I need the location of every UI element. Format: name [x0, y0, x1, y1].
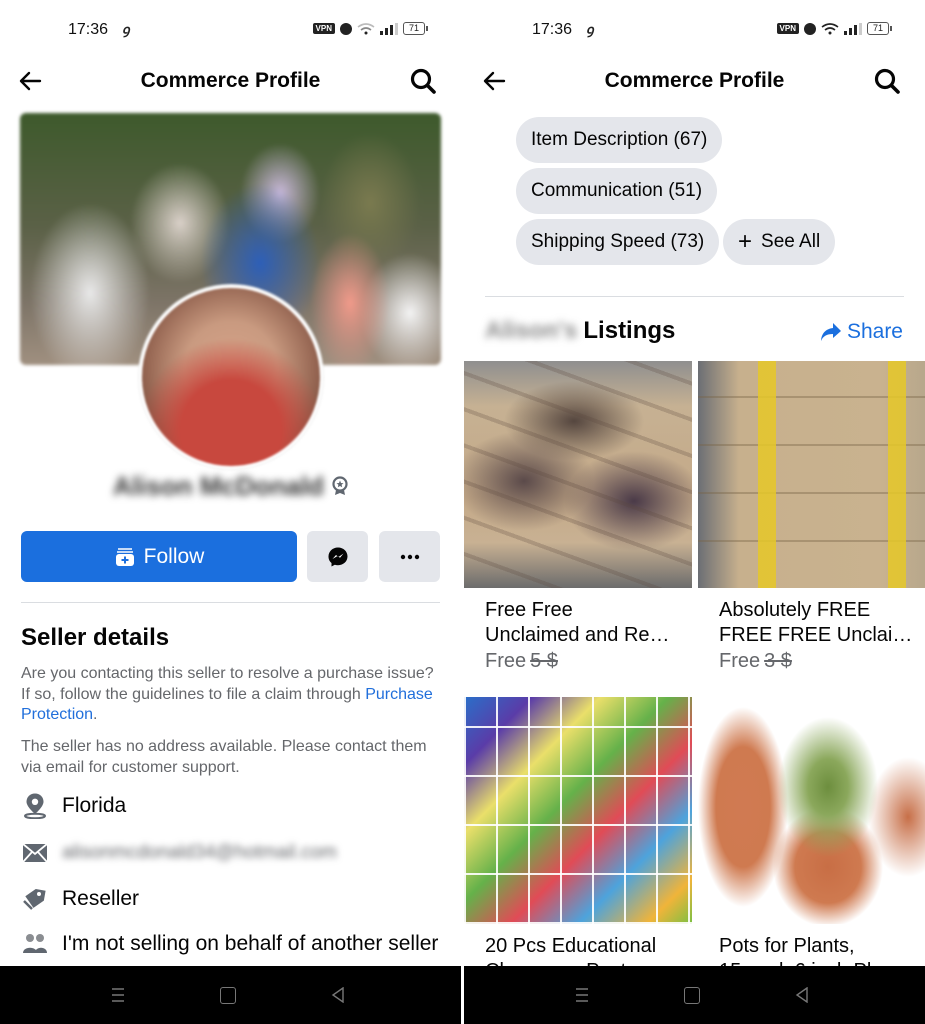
listings-owner-name: Alison's — [485, 317, 578, 344]
listing-price-current: Free — [485, 650, 527, 672]
alarm-icon — [339, 22, 352, 35]
right-screen: 17:36 ꝯ VPN 71 Commerce Profile Item Des… — [464, 0, 925, 1024]
follow-store-icon — [115, 547, 134, 566]
back-triangle-icon[interactable] — [794, 987, 810, 1003]
listing-title-line: 20 Pcs Educational — [485, 935, 657, 957]
share-button[interactable]: Share — [820, 320, 903, 344]
plus-icon: + — [738, 228, 753, 255]
system-nav-bar — [464, 966, 925, 1024]
menu-icon[interactable] — [110, 987, 126, 1003]
detail-email: alisonmcdonald34@hotmail.com — [21, 839, 337, 866]
app-header: Commerce Profile — [464, 60, 925, 104]
status-time: 17:36 — [532, 21, 573, 38]
listing-price: Free 5 $ — [464, 650, 692, 673]
award-badge-icon[interactable] — [332, 476, 348, 496]
listing-price: Free 3 $ — [698, 650, 925, 673]
listing-title-line: Free Free — [485, 599, 573, 621]
listing-image[interactable] — [698, 697, 925, 924]
detail-email-text[interactable]: alisonmcdonald34@hotmail.com — [62, 842, 337, 864]
vpn-icon: VPN — [312, 23, 335, 34]
follow-button[interactable]: Follow — [21, 531, 297, 582]
messenger-icon — [328, 547, 347, 566]
listing-title: Absolutely FREE FREE FREE Unclai… — [698, 598, 925, 648]
purchase-protection-note: Are you contacting this seller to resolv… — [21, 664, 446, 726]
detail-behalf-text: I'm not selling on behalf of another sel… — [62, 931, 439, 955]
detail-seller-type-text: Reseller — [62, 886, 140, 910]
signal-icon — [379, 22, 398, 35]
listing-price-current: Free — [719, 650, 761, 672]
more-dots-icon — [400, 554, 419, 559]
status-icons: VPN 71 — [312, 22, 429, 35]
home-square-icon[interactable] — [220, 987, 236, 1004]
listing-title-line: Pots for Plants, — [719, 935, 855, 957]
status-icons: VPN 71 — [776, 22, 893, 35]
battery-icon: 71 — [866, 22, 893, 35]
system-nav-bar — [0, 966, 461, 1024]
search-icon[interactable] — [409, 67, 437, 95]
detail-location: Florida — [21, 792, 126, 819]
share-arrow-icon — [820, 323, 841, 341]
follow-label: Follow — [143, 544, 205, 568]
home-square-icon[interactable] — [684, 987, 700, 1004]
listing-card[interactable]: 20 Pcs Educational Classroom Posters — [464, 697, 692, 984]
profile-name: Alison McDonald — [113, 470, 324, 501]
alarm-icon — [803, 22, 816, 35]
listing-title-line: Absolutely FREE — [719, 599, 871, 621]
tag-icon — [21, 885, 48, 912]
listings-header: Alison's Listings — [485, 317, 675, 345]
back-triangle-icon[interactable] — [330, 987, 346, 1003]
signal-icon — [843, 22, 862, 35]
rating-chip-item-description[interactable]: Item Description (67) — [516, 117, 723, 163]
listing-image[interactable] — [464, 697, 692, 924]
people-icon — [21, 930, 48, 957]
location-pin-icon — [21, 792, 48, 819]
rating-chip-shipping-speed[interactable]: Shipping Speed (73) — [516, 219, 720, 265]
detail-seller-type: Reseller — [21, 885, 139, 912]
menu-icon[interactable] — [574, 987, 590, 1003]
vpn-icon: VPN — [776, 23, 799, 34]
page-title: Commerce Profile — [140, 69, 321, 92]
search-icon[interactable] — [873, 67, 901, 95]
status-time: 17:36 — [68, 21, 109, 38]
envelope-icon — [21, 839, 48, 866]
status-bar: 17:36 ꝯ VPN 71 — [0, 0, 461, 60]
listing-card[interactable]: Free Free Unclaimed and Re… Free 5 $ — [464, 361, 692, 673]
purchase-note-end: . — [93, 706, 98, 723]
listing-title-line: Unclaimed and Re… — [485, 624, 670, 646]
listing-image[interactable] — [698, 361, 925, 588]
seller-details-title: Seller details — [21, 624, 170, 651]
avatar[interactable] — [139, 285, 323, 469]
carrier-icon: ꝯ — [586, 22, 594, 37]
status-bar: 17:36 ꝯ VPN 71 — [464, 0, 925, 60]
section-divider — [485, 296, 904, 297]
listing-title-line: FREE FREE Unclai… — [719, 624, 913, 646]
no-address-note: The seller has no address available. Ple… — [21, 738, 427, 776]
battery-icon: 71 — [402, 22, 429, 35]
detail-behalf: I'm not selling on behalf of another sel… — [21, 930, 438, 957]
page-title: Commerce Profile — [604, 69, 785, 92]
listing-title: Free Free Unclaimed and Re… — [464, 598, 692, 648]
see-all-button[interactable]: + See All — [723, 219, 836, 265]
share-label: Share — [846, 320, 903, 343]
detail-location-text: Florida — [62, 793, 127, 817]
messenger-button[interactable] — [307, 531, 368, 582]
wifi-icon — [357, 22, 375, 34]
listing-price-original: 3 $ — [764, 650, 792, 672]
left-screen: 17:36 ꝯ VPN 71 Commerce Profile Alison M… — [0, 0, 461, 1024]
profile-name-row: Alison McDonald — [0, 468, 461, 504]
rating-chip-communication[interactable]: Communication (51) — [516, 168, 718, 214]
see-all-label: See All — [761, 231, 821, 252]
listing-card[interactable]: Absolutely FREE FREE FREE Unclai… Free 3 … — [698, 361, 925, 673]
section-divider — [21, 602, 440, 603]
listings-title: Listings — [583, 317, 676, 344]
more-button[interactable] — [379, 531, 440, 582]
carrier-icon: ꝯ — [122, 22, 130, 37]
app-header: Commerce Profile — [0, 60, 461, 104]
listing-card[interactable]: Pots for Plants, 15 pack 6 inch Pl — [698, 697, 925, 984]
listing-image[interactable] — [464, 361, 692, 588]
wifi-icon — [821, 22, 839, 34]
listing-price-original: 5 $ — [530, 650, 558, 672]
